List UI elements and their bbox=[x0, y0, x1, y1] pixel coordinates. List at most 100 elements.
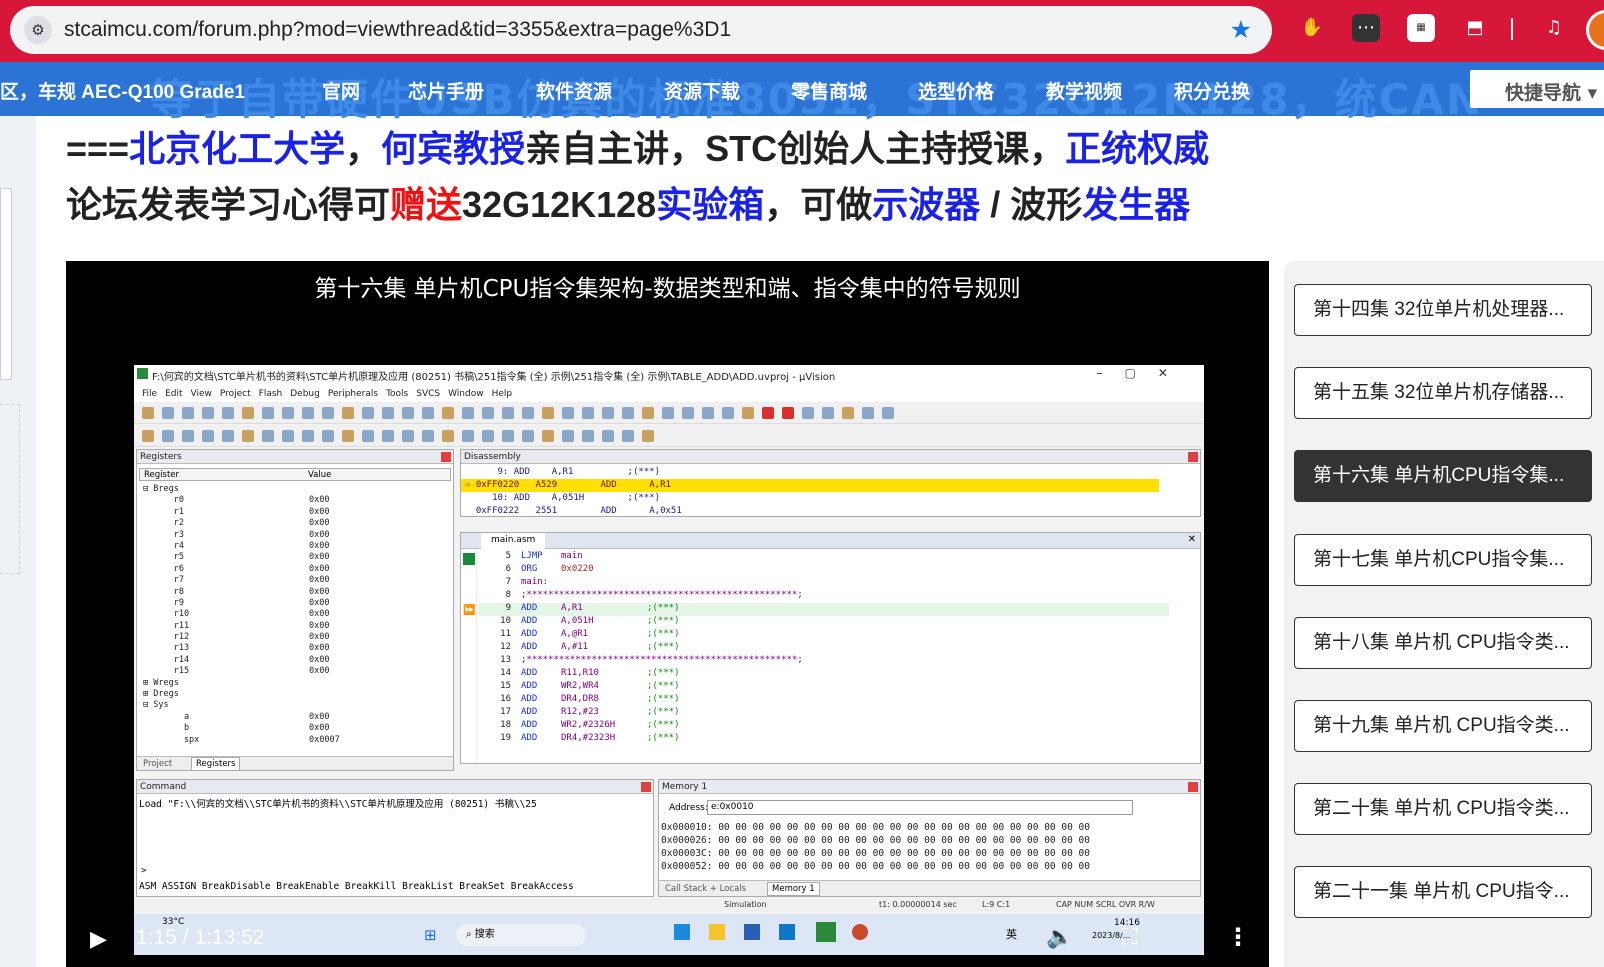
register-value: 0x00 bbox=[309, 575, 330, 586]
toolbar-button-icon bbox=[582, 407, 594, 419]
playlist-item[interactable]: 第二十一集 单片机 CPU指令... bbox=[1294, 866, 1592, 919]
playlist-item[interactable]: 第十七集 单片机CPU指令集... bbox=[1294, 533, 1592, 586]
memory-line: 0x000010: 00 00 00 00 00 00 00 00 00 00 … bbox=[661, 822, 1090, 833]
memory-tabs: Call Stack + Locals Memory 1 bbox=[659, 880, 1200, 896]
nav-item[interactable]: 积分兑换 bbox=[1174, 77, 1250, 104]
play-icon[interactable]: ▶ bbox=[90, 927, 107, 952]
source-instruction: ADD bbox=[521, 681, 538, 691]
playlist-item[interactable]: 第十四集 32位单片机处理器... bbox=[1294, 284, 1592, 336]
headline-can-do: ，可做 bbox=[764, 184, 873, 225]
registers-tabs: Project Registers bbox=[137, 756, 453, 770]
nav-item[interactable]: 资源下载 bbox=[664, 77, 740, 104]
toolbar-button-icon bbox=[762, 407, 774, 419]
source-comment: ;(***) bbox=[647, 603, 680, 613]
register-value: 0x00 bbox=[309, 711, 330, 722]
toolbar-button-icon bbox=[682, 407, 694, 419]
playlist-item[interactable]: 第十九集 单片机 CPU指令类... bbox=[1294, 700, 1592, 752]
fast-extension-icon[interactable]: ▦ bbox=[1407, 14, 1435, 42]
toolbar-button-icon bbox=[802, 407, 814, 419]
register-name: r2 bbox=[143, 518, 184, 529]
nav-item[interactable]: 软件资源 bbox=[536, 77, 612, 104]
line-number: 17 bbox=[500, 707, 511, 717]
source-line: 17 ADD R12,#23 ;(***) bbox=[489, 707, 1169, 720]
playlist-item[interactable]: 第十八集 单片机 CPU指令类... bbox=[1294, 616, 1592, 669]
line-number: 15 bbox=[500, 681, 511, 691]
headline-generator: 发生器 bbox=[1082, 184, 1191, 225]
video-player[interactable]: 第十六集 单片机CPU指令集架构-数据类型和端、指令集中的符号规则 F:\何宾的… bbox=[66, 261, 1269, 967]
memory-line: 0x000026: 00 00 00 00 00 00 00 00 00 00 … bbox=[661, 835, 1090, 846]
ide-menubar: File Edit View Project Flash Debug Peripherals… bbox=[134, 385, 1204, 402]
volume-icon[interactable]: 🔈 bbox=[1046, 925, 1073, 950]
headline-waveform: / 波形 bbox=[980, 184, 1083, 225]
toolbar-button-icon bbox=[382, 407, 394, 419]
toolbar-button-icon bbox=[822, 407, 834, 419]
site-nav-bar: 等于自带硬件USB仿真的标准8051，STC32G12K128，统CAN 区，车… bbox=[0, 62, 1604, 124]
line-number: 8 bbox=[505, 590, 511, 600]
site-info-icon[interactable]: ⚙ bbox=[24, 16, 52, 44]
disassembly-line: 9: ADD A,R1 ;(***) bbox=[465, 467, 661, 477]
source-operand: R11,R10 bbox=[561, 668, 599, 678]
close-icon: ✕ bbox=[1187, 534, 1196, 545]
nav-item[interactable]: 教学视频 bbox=[1046, 77, 1122, 104]
register-value: 0x00 bbox=[309, 723, 330, 734]
headline-forum-text: 论坛发表学习心得可 bbox=[66, 184, 391, 225]
nav-item[interactable]: 芯片手册 bbox=[408, 77, 484, 104]
quick-nav-dropdown[interactable]: 快捷导航 ▾ bbox=[1470, 70, 1604, 108]
toolbar-button-icon bbox=[582, 430, 594, 442]
source-instruction: ;***************************************… bbox=[521, 655, 803, 665]
playlist-item[interactable]: 第十六集 单片机CPU指令集... bbox=[1294, 450, 1592, 503]
headline-authority: 正统权威 bbox=[1065, 128, 1210, 169]
nav-item[interactable]: 官网 bbox=[322, 77, 360, 104]
register-row: r12 0x00 bbox=[143, 632, 453, 643]
playlist-item[interactable]: 第十五集 32位单片机存储器... bbox=[1294, 367, 1592, 420]
registers-panel: Registers Register Value ⊟ Bregs r0 0x00 … bbox=[136, 449, 454, 771]
ide-menu-item: View bbox=[190, 388, 212, 399]
disassembly-panel-title: Disassembly bbox=[461, 450, 1200, 464]
bookmark-star-icon[interactable]: ★ bbox=[1230, 15, 1252, 44]
ide-menu-item: Tools bbox=[386, 388, 409, 399]
source-line: 13 ;*************************************… bbox=[489, 655, 1169, 668]
nav-item[interactable]: 零售商城 bbox=[791, 77, 867, 104]
playlist-item[interactable]: 第二十集 单片机 CPU指令类... bbox=[1294, 783, 1592, 836]
headline-oscilloscope: 示波器 bbox=[872, 184, 981, 225]
nav-item[interactable]: 选型价格 bbox=[918, 77, 994, 104]
register-value: 0x00 bbox=[309, 506, 330, 517]
register-name: ⊟ Bregs bbox=[143, 484, 179, 494]
menu-extension-icon[interactable]: ⋯ bbox=[1352, 14, 1380, 42]
toolbar-button-icon bbox=[402, 407, 414, 419]
disassembly-line: ⇨ 0xFF0220 A529 ADD A,R1 bbox=[465, 480, 671, 490]
toolbar-button-icon bbox=[462, 407, 474, 419]
video-timecode: 1:15 / 1:13:52 bbox=[136, 926, 265, 949]
registers-header: Register Value bbox=[139, 468, 451, 481]
more-options-icon[interactable]: ⋮ bbox=[1226, 923, 1250, 951]
url-text[interactable]: stcaimcu.com/forum.php?mod=viewthread&ti… bbox=[64, 18, 731, 42]
toolbar-button-icon bbox=[602, 430, 614, 442]
adblock-extension-icon[interactable]: ✋ bbox=[1298, 14, 1326, 42]
line-number: 12 bbox=[500, 642, 511, 652]
toolbar-button-icon bbox=[182, 407, 194, 419]
source-comment: ;(***) bbox=[647, 616, 680, 626]
profile-avatar[interactable] bbox=[1586, 10, 1604, 50]
source-line: 18 ADD WR2,#2326H ;(***) bbox=[489, 720, 1169, 733]
disassembly-line: 0xFF0222 2551 ADD A,0x51 bbox=[465, 506, 682, 516]
register-name: r15 bbox=[143, 666, 190, 677]
media-control-icon[interactable]: ♫ bbox=[1540, 14, 1568, 42]
register-value: 0x00 bbox=[309, 632, 330, 643]
nav-item[interactable]: 区，车规 AEC-Q100 Grade1 bbox=[0, 77, 245, 104]
register-value: 0x00 bbox=[309, 586, 330, 597]
source-operand: A,#11 bbox=[561, 642, 589, 652]
memory-panel: Memory 1 Address: e:0x0010 0x000010: 00 … bbox=[658, 779, 1201, 897]
address-bar[interactable]: ⚙ stcaimcu.com/forum.php?mod=viewthread&… bbox=[10, 6, 1272, 54]
extensions-puzzle-icon[interactable]: ⬒ bbox=[1461, 14, 1489, 42]
command-hint: ASM ASSIGN BreakDisable BreakEnable Brea… bbox=[139, 881, 574, 892]
source-instruction: ADD bbox=[521, 668, 538, 678]
source-operand: WR2,#2326H bbox=[561, 720, 616, 730]
register-value: 0x00 bbox=[309, 597, 330, 608]
project-tab: Project bbox=[143, 759, 173, 769]
ide-menu-item: Edit bbox=[165, 388, 183, 399]
fullscreen-icon[interactable]: ⛶ bbox=[1122, 925, 1137, 950]
register-name: r8 bbox=[143, 586, 184, 597]
left-sidebar-dashed-box bbox=[0, 404, 20, 574]
toolbar-button-icon bbox=[622, 407, 634, 419]
register-row: r4 0x00 bbox=[143, 541, 453, 552]
